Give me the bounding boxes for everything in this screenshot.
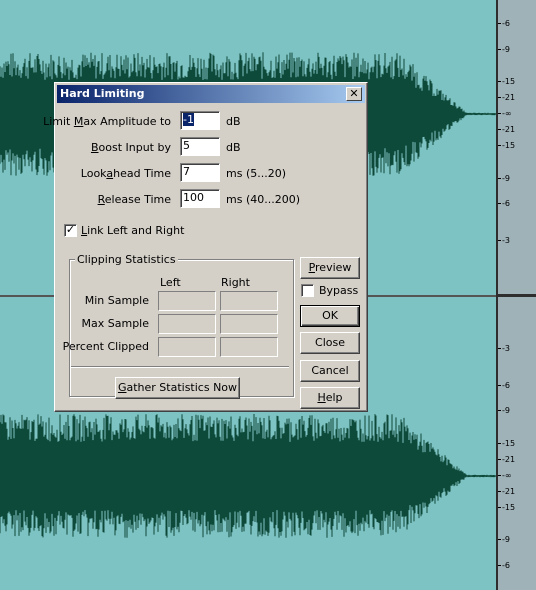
ruler-tick xyxy=(498,23,501,24)
ruler-label: -21 xyxy=(502,487,516,496)
boost-input-label: Boost Input by xyxy=(90,141,171,154)
ruler-tick xyxy=(498,129,501,130)
help-button[interactable]: Help xyxy=(300,387,360,409)
row-label-max-sample: Max Sample xyxy=(81,317,149,330)
waveform-channel xyxy=(0,414,496,538)
ok-button[interactable]: OK xyxy=(300,305,360,327)
preview-button[interactable]: Preview xyxy=(300,257,360,279)
ruler-tick xyxy=(498,459,501,460)
ruler-label: -6 xyxy=(502,199,510,208)
ruler-label: -15 xyxy=(502,503,516,512)
ruler-label: -21 xyxy=(502,125,516,134)
release-time-unit: ms (40...200) xyxy=(226,193,301,206)
ruler-label: -15 xyxy=(502,141,516,150)
close-button[interactable]: Close xyxy=(300,332,360,354)
lookahead-time-label: Lookahead Time xyxy=(80,167,171,180)
lookahead-time-unit: ms (5...20) xyxy=(226,167,287,180)
ruler-label: -21 xyxy=(502,455,516,464)
bypass-checkbox[interactable] xyxy=(301,284,314,297)
column-header-right: Right xyxy=(221,276,250,289)
release-time-input[interactable]: 100 xyxy=(180,189,220,208)
column-header-left: Left xyxy=(160,276,181,289)
ruler-tick xyxy=(498,240,501,241)
link-left-right-label[interactable]: Link Left and Right xyxy=(81,224,184,237)
min-sample-left-value xyxy=(158,291,216,311)
ruler-label: -15 xyxy=(502,77,516,86)
bypass-label[interactable]: Bypass xyxy=(319,284,358,297)
ruler-tick xyxy=(498,49,501,50)
limit-max-amplitude-input[interactable]: -1 xyxy=(180,111,220,130)
ruler-tick xyxy=(498,97,501,98)
row-label-min-sample: Min Sample xyxy=(84,294,149,307)
ruler-tick xyxy=(498,113,501,114)
ruler-label: -21 xyxy=(502,93,516,102)
ruler-label: -6 xyxy=(502,19,510,28)
lookahead-time-input[interactable]: 7 xyxy=(180,163,220,182)
ruler-label: -∞ xyxy=(502,109,512,118)
ruler-tick xyxy=(498,81,501,82)
max-sample-left-value xyxy=(158,314,216,334)
close-icon[interactable]: ✕ xyxy=(346,87,362,101)
link-left-right-checkbox[interactable]: ✓ xyxy=(64,224,77,237)
hard-limiting-dialog: Hard Limiting ✕ Limit Max Amplitude to -… xyxy=(43,82,368,412)
ruler-tick xyxy=(498,385,501,386)
ruler-tick xyxy=(498,565,501,566)
ruler-label: -6 xyxy=(502,381,510,390)
ruler-channel-divider xyxy=(496,294,536,297)
ruler-tick xyxy=(498,178,501,179)
ruler-label: -15 xyxy=(502,439,516,448)
boost-input-field[interactable]: 5 xyxy=(180,137,220,156)
min-sample-right-value xyxy=(220,291,278,311)
boost-input-unit: dB xyxy=(226,141,241,154)
ruler-tick xyxy=(498,443,501,444)
dialog-title: Hard Limiting xyxy=(60,87,145,100)
clipping-statistics-title: Clipping Statistics xyxy=(75,253,178,266)
ruler-tick xyxy=(498,491,501,492)
cancel-button[interactable]: Cancel xyxy=(300,360,360,382)
ruler-label: -9 xyxy=(502,174,510,183)
ruler-tick xyxy=(498,539,501,540)
ruler-tick xyxy=(498,203,501,204)
percent-clipped-right-value xyxy=(220,337,278,357)
ruler-label: -∞ xyxy=(502,471,512,480)
ruler-label: -9 xyxy=(502,45,510,54)
max-sample-right-value xyxy=(220,314,278,334)
db-ruler: -6 -9 -15 -21 -∞ -21 -15 -9 -6 -3 -3 -6 … xyxy=(496,0,536,590)
ruler-tick xyxy=(498,507,501,508)
ruler-tick xyxy=(498,475,501,476)
ruler-tick xyxy=(498,348,501,349)
ruler-label: -9 xyxy=(502,535,510,544)
limit-max-amplitude-unit: dB xyxy=(226,115,241,128)
limit-max-amplitude-label: Limit Max Amplitude to xyxy=(43,115,171,128)
dialog-titlebar[interactable]: Hard Limiting ✕ xyxy=(57,85,365,103)
ruler-label: -3 xyxy=(502,344,510,353)
ruler-label: -3 xyxy=(502,236,510,245)
ruler-tick xyxy=(498,145,501,146)
ruler-tick xyxy=(498,410,501,411)
gather-statistics-button[interactable]: Gather Statistics Now xyxy=(115,377,240,399)
ruler-label: -9 xyxy=(502,406,510,415)
ruler-label: -6 xyxy=(502,561,510,570)
release-time-label: Release Time xyxy=(97,193,171,206)
row-label-percent-clipped: Percent Clipped xyxy=(62,340,149,353)
group-separator xyxy=(71,366,289,368)
percent-clipped-left-value xyxy=(158,337,216,357)
